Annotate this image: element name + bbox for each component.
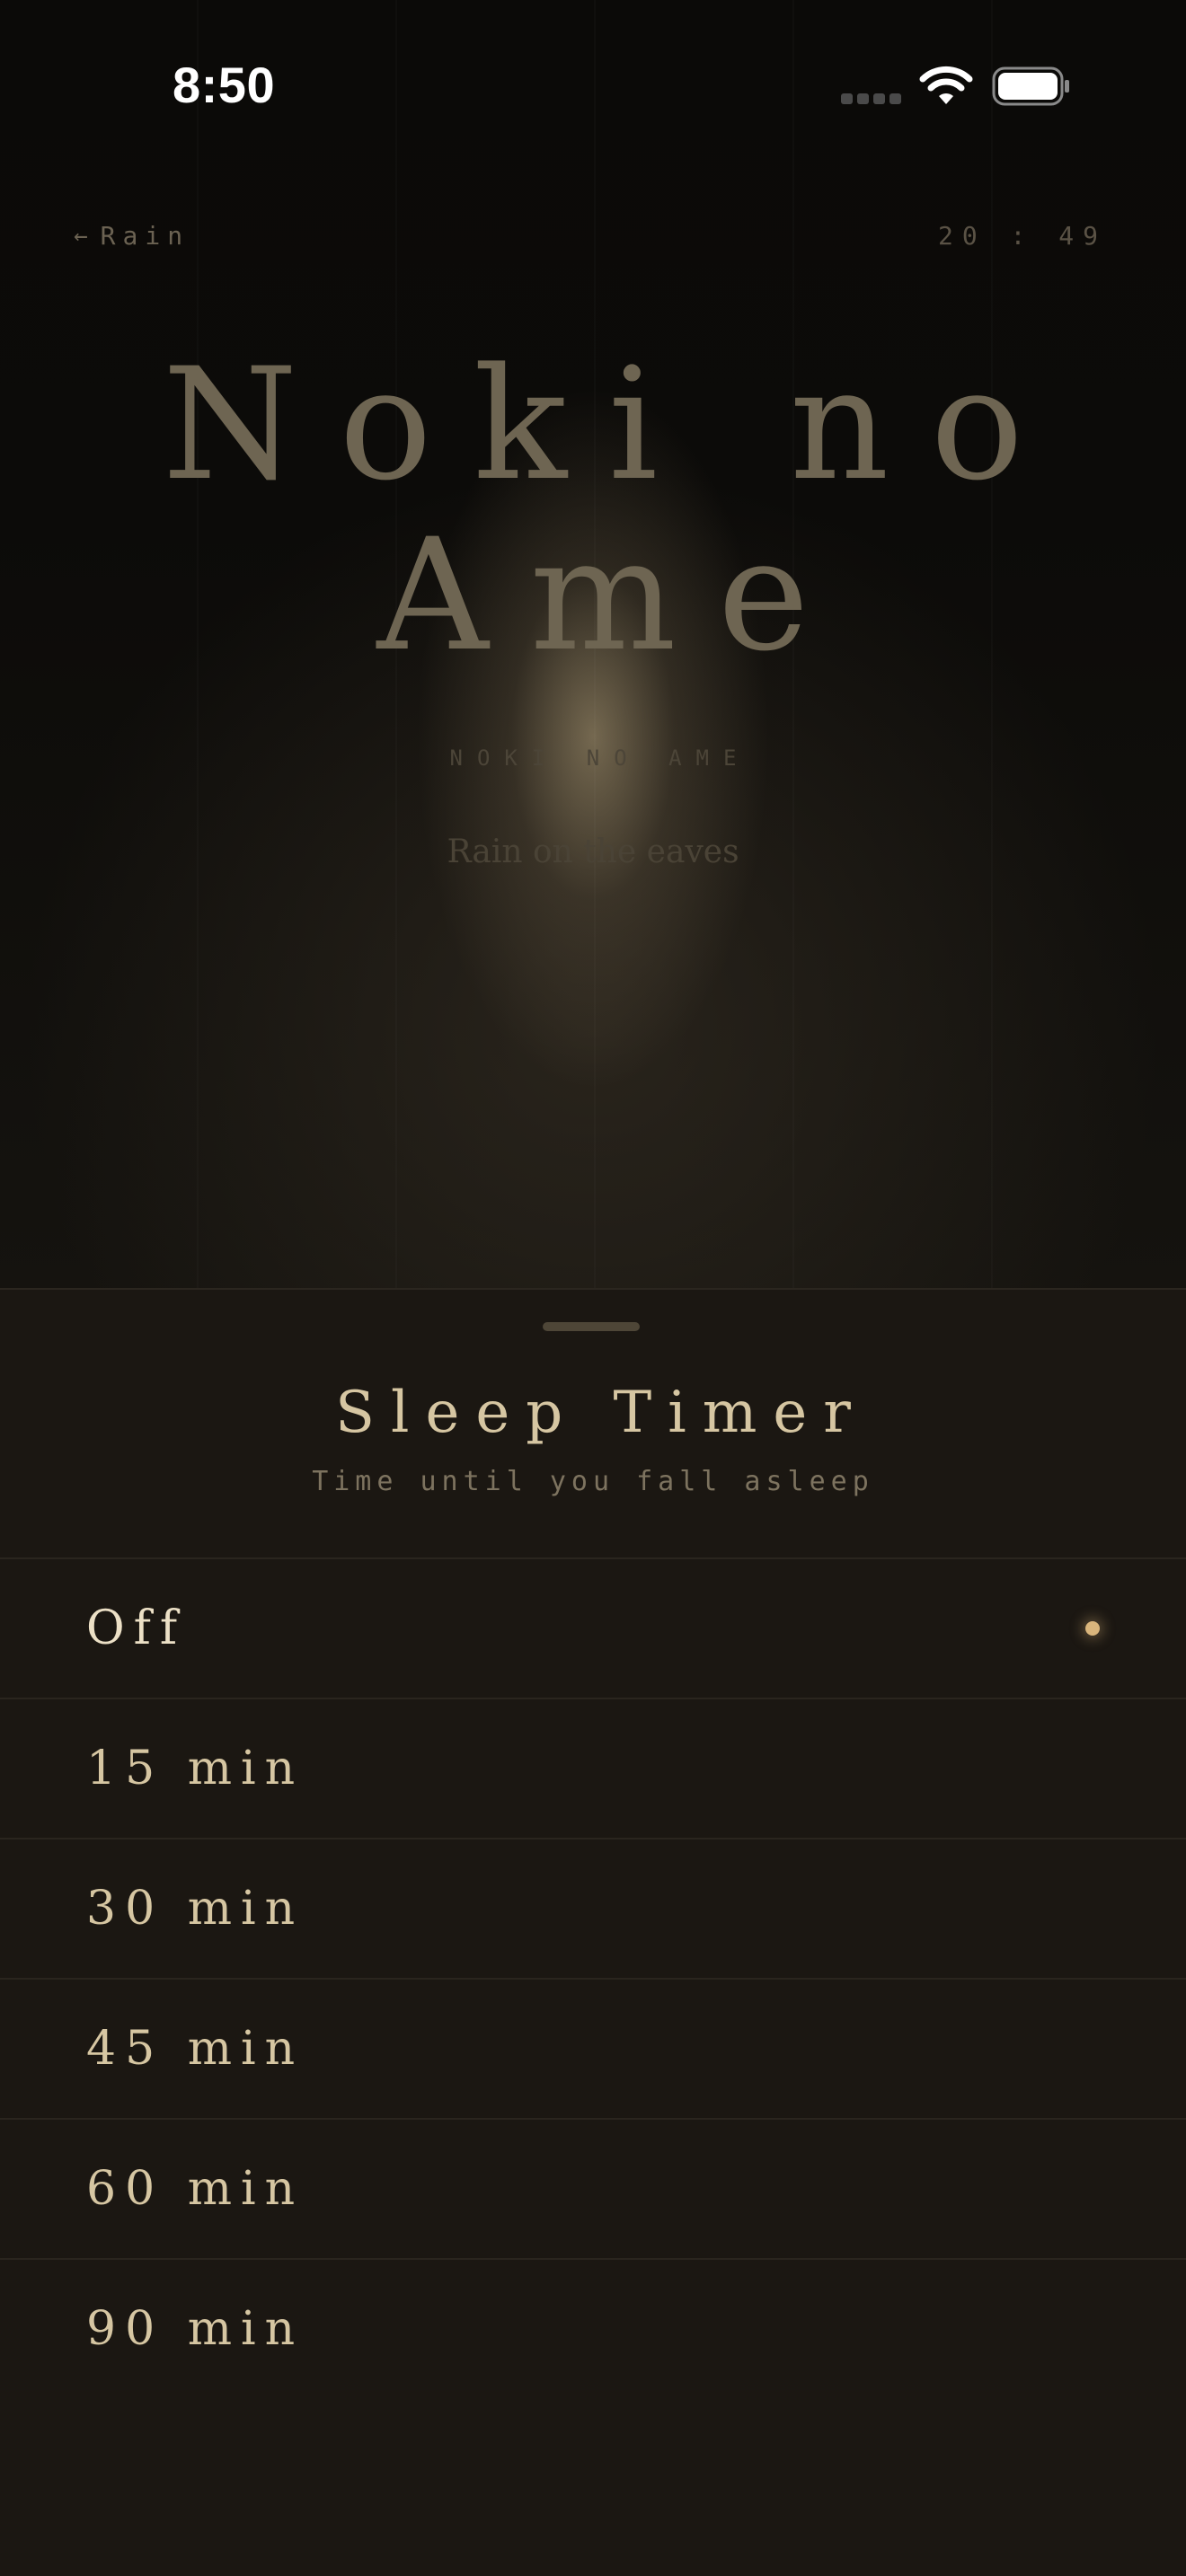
clock-readout: 20 : 49 bbox=[937, 221, 1107, 251]
status-time: 8:50 bbox=[173, 57, 276, 113]
scene-title-line-1: Noki no bbox=[162, 334, 1066, 515]
wifi-icon bbox=[919, 66, 973, 104]
scene-description: Rain on the eaves bbox=[447, 834, 739, 870]
back-button-label: Rain bbox=[100, 221, 190, 251]
timer-options-list: Off 15 min 30 min 45 min 60 min 90 min bbox=[0, 1557, 1186, 2398]
timer-option-label: 60 min bbox=[86, 2162, 305, 2216]
timer-option-off[interactable]: Off bbox=[0, 1559, 1186, 1699]
timer-option-30-min[interactable]: 30 min bbox=[0, 1839, 1186, 1980]
timer-option-90-min[interactable]: 90 min bbox=[0, 2260, 1186, 2398]
timer-option-label: 15 min bbox=[86, 1742, 305, 1795]
back-button[interactable]: ← Rain bbox=[74, 221, 190, 251]
selected-indicator-icon bbox=[1085, 1621, 1100, 1636]
timer-option-label: 45 min bbox=[86, 2022, 305, 2076]
timer-option-60-min[interactable]: 60 min bbox=[0, 2120, 1186, 2260]
timer-option-15-min[interactable]: 15 min bbox=[0, 1699, 1186, 1839]
battery-icon bbox=[992, 66, 1069, 106]
screen: 8:50 ← Rain 20 : 49 Noki no Ame NOKI NO … bbox=[0, 0, 1186, 2576]
timer-option-label: Off bbox=[86, 1601, 187, 1655]
sheet-subtitle: Time until you fall asleep bbox=[312, 1466, 874, 1497]
sheet-grabber-handle[interactable] bbox=[543, 1322, 640, 1331]
scene-romaji: NOKI NO AME bbox=[449, 745, 751, 771]
timer-option-label: 90 min bbox=[86, 2302, 305, 2356]
scene-title: Noki no Ame bbox=[0, 340, 1186, 681]
cellular-signal-icon bbox=[841, 93, 902, 106]
sleep-timer-sheet: Sleep Timer Time until you fall asleep O… bbox=[0, 1288, 1186, 2576]
arrow-left-icon: ← bbox=[74, 222, 88, 250]
timer-option-45-min[interactable]: 45 min bbox=[0, 1980, 1186, 2120]
timer-option-label: 30 min bbox=[86, 1882, 305, 1936]
sheet-title: Sleep Timer bbox=[335, 1380, 867, 1446]
scene-title-line-2: Ame bbox=[376, 505, 851, 685]
